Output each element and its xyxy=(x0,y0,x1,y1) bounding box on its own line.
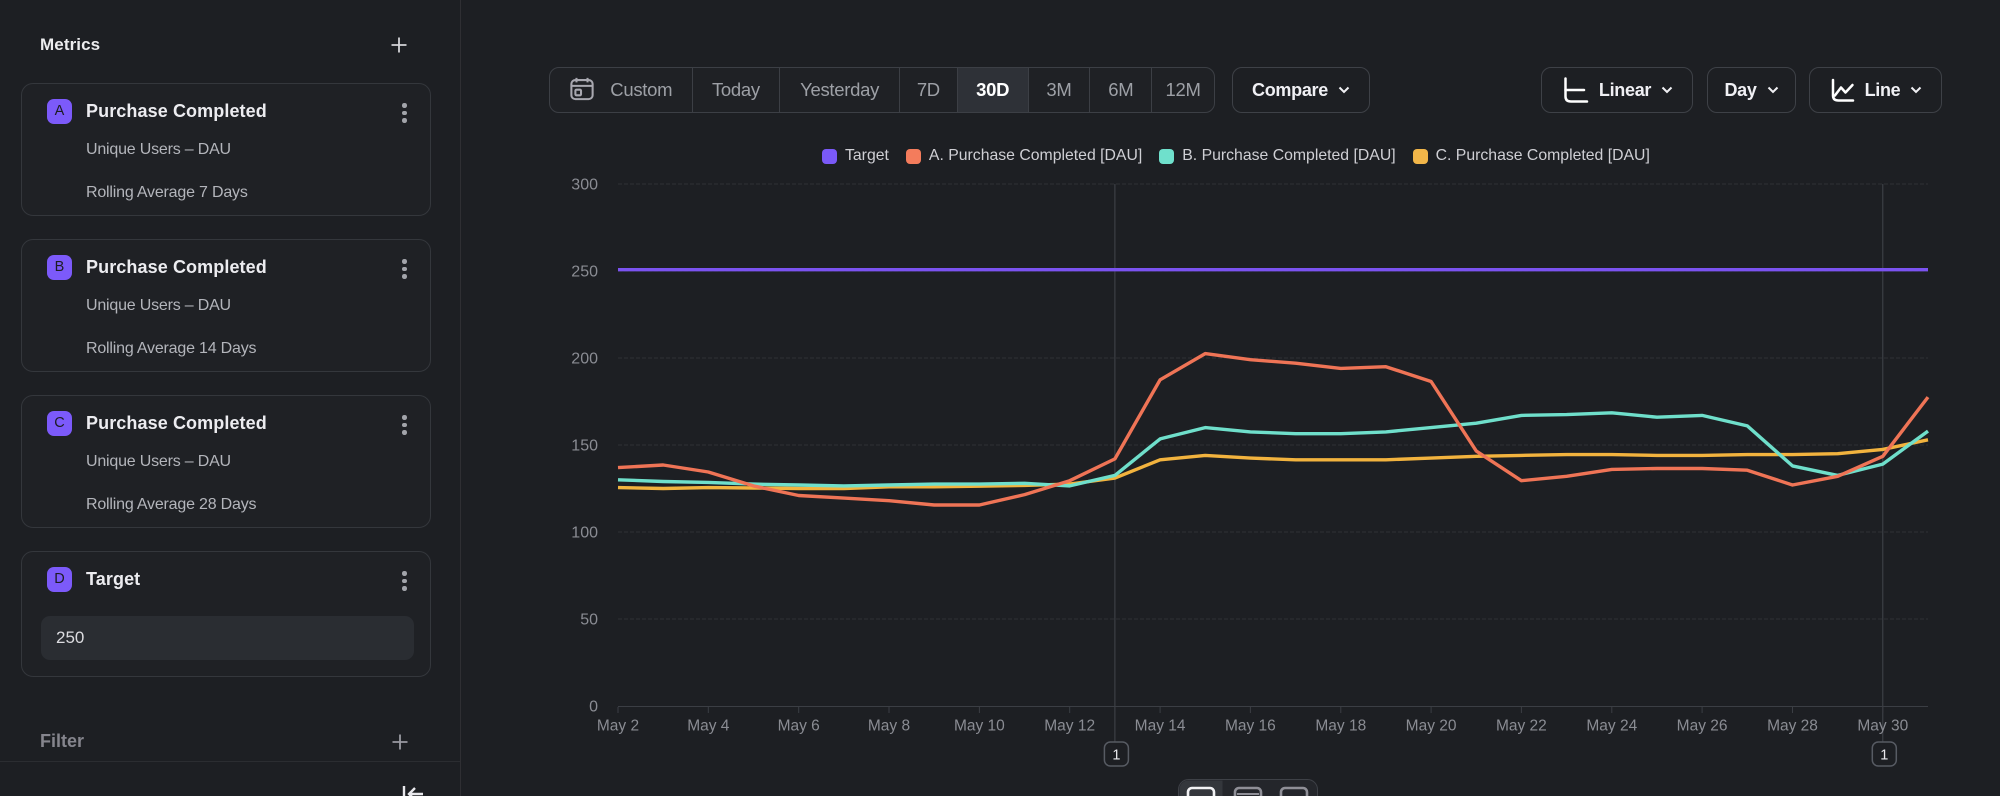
svg-text:May 4: May 4 xyxy=(687,718,730,735)
svg-text:0: 0 xyxy=(589,699,598,716)
svg-text:250: 250 xyxy=(571,264,598,281)
svg-text:May 26: May 26 xyxy=(1677,718,1728,735)
svg-text:50: 50 xyxy=(580,612,598,629)
svg-text:May 28: May 28 xyxy=(1767,718,1818,735)
svg-text:May 16: May 16 xyxy=(1225,718,1276,735)
svg-text:May 12: May 12 xyxy=(1044,718,1095,735)
svg-text:May 18: May 18 xyxy=(1315,718,1366,735)
svg-text:May 30: May 30 xyxy=(1857,718,1908,735)
svg-text:100: 100 xyxy=(571,525,598,542)
svg-text:300: 300 xyxy=(571,177,598,194)
svg-text:May 20: May 20 xyxy=(1406,718,1457,735)
svg-text:May 14: May 14 xyxy=(1135,718,1186,735)
svg-text:1: 1 xyxy=(1880,748,1888,764)
svg-text:May 6: May 6 xyxy=(778,718,820,735)
svg-text:May 24: May 24 xyxy=(1586,718,1637,735)
svg-text:May 22: May 22 xyxy=(1496,718,1547,735)
svg-text:May 8: May 8 xyxy=(868,718,910,735)
svg-text:150: 150 xyxy=(571,438,598,455)
svg-text:May 10: May 10 xyxy=(954,718,1005,735)
svg-text:1: 1 xyxy=(1112,748,1120,764)
svg-text:May 2: May 2 xyxy=(597,718,639,735)
svg-text:200: 200 xyxy=(571,351,598,368)
